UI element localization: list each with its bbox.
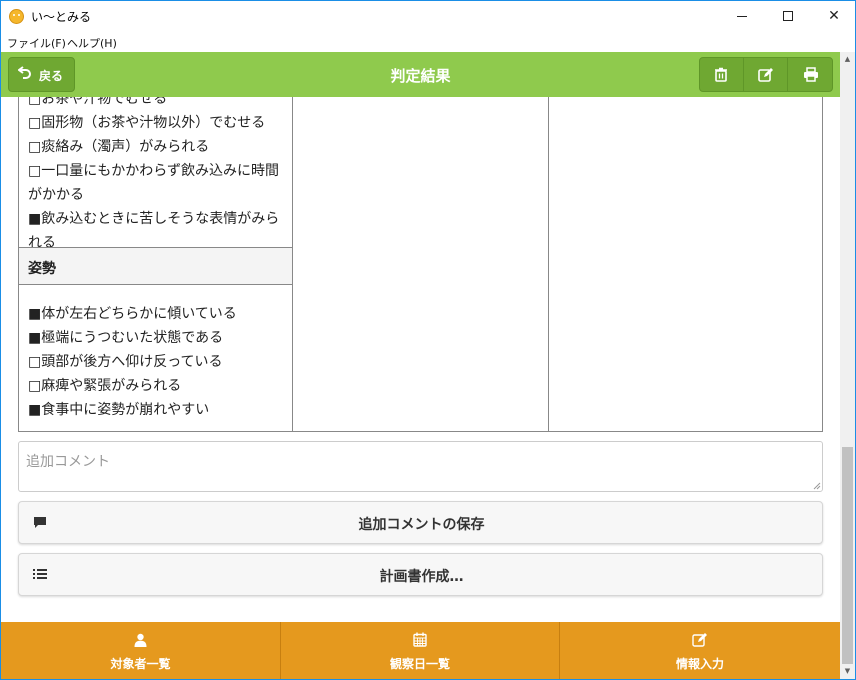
save-comment-button[interactable]: 追加コメントの保存	[18, 501, 823, 544]
nav-label: 情報入力	[675, 657, 724, 671]
delete-button[interactable]	[700, 58, 744, 91]
section-header-posture: 姿勢	[19, 247, 292, 285]
app-logo-icon	[9, 9, 24, 24]
edit-button[interactable]	[744, 58, 788, 91]
trash-icon	[715, 67, 727, 82]
menu-help[interactable]: ヘルプ(H)	[67, 35, 117, 51]
nav-info-input[interactable]: 情報入力	[560, 622, 840, 679]
swallowing-check-list: □お茶や汁物でむせる □固形物（お茶や汁物以外）でむせる □痰絡み（濁声）がみら…	[28, 97, 288, 255]
print-button[interactable]	[789, 58, 832, 91]
scroll-thumb[interactable]	[842, 447, 853, 664]
check-item: ■食事中に姿勢が崩れやすい	[28, 402, 210, 418]
menu-file[interactable]: ファイル(F)	[7, 35, 66, 51]
maximize-button[interactable]	[765, 1, 811, 32]
scroll-up-arrow-icon[interactable]: ▲	[840, 52, 855, 67]
result-table: □お茶や汁物でむせる □固形物（お茶や汁物以外）でむせる □痰絡み（濁声）がみら…	[18, 97, 823, 432]
check-item: □一口量にもかかわらず飲み込みに時間がかかる	[28, 163, 279, 203]
nav-subject-list[interactable]: 対象者一覧	[1, 622, 281, 679]
save-comment-label: 追加コメントの保存	[358, 517, 485, 533]
nav-observation-list[interactable]: 観察日一覧	[281, 622, 560, 679]
check-item: ■体が左右どちらかに傾いている	[28, 306, 237, 322]
edit-icon	[560, 632, 840, 651]
minimize-button[interactable]	[719, 1, 765, 32]
posture-check-list: ■体が左右どちらかに傾いている ■極端にうつむいた状態である □頭部が後方へ仰け…	[28, 302, 288, 422]
nav-label: 対象者一覧	[110, 657, 171, 671]
window-title: い〜とみる	[31, 10, 92, 24]
title-bar: い〜とみる ✕	[1, 1, 855, 32]
maximize-icon	[783, 11, 793, 21]
printer-icon	[804, 67, 818, 82]
scroll-down-arrow-icon[interactable]: ▼	[840, 664, 855, 679]
menu-bar: ファイル(F) ヘルプ(H)	[1, 32, 855, 52]
create-plan-label: 計画書作成…	[379, 569, 464, 585]
check-item: □麻痺や緊張がみられる	[28, 378, 182, 394]
edit-icon	[758, 68, 773, 82]
bottom-navigation: 対象者一覧 観察日一覧 情報入力	[1, 622, 840, 679]
check-item: ■極端にうつむいた状態である	[28, 330, 224, 346]
resize-grip-icon[interactable]	[811, 480, 821, 490]
nav-label: 観察日一覧	[389, 657, 450, 671]
check-item: □固形物（お茶や汁物以外）でむせる	[28, 115, 266, 131]
close-button[interactable]: ✕	[811, 1, 855, 32]
calendar-icon	[281, 632, 559, 651]
create-plan-button[interactable]: 計画書作成…	[18, 553, 823, 596]
person-icon	[1, 632, 280, 651]
main-content: □お茶や汁物でむせる □固形物（お茶や汁物以外）でむせる □痰絡み（濁声）がみら…	[1, 97, 840, 622]
page-header: 戻る 判定結果	[1, 52, 840, 97]
minimize-icon	[737, 15, 747, 17]
check-item: □お茶や汁物でむせる	[28, 97, 168, 107]
additional-comment-input[interactable]	[18, 441, 823, 492]
app-window: い〜とみる ✕ ファイル(F) ヘルプ(H) 戻る 判定結果 □お茶や汁物でむせ…	[0, 0, 856, 680]
check-item: □痰絡み（濁声）がみられる	[28, 139, 210, 155]
toolbar-group	[699, 57, 833, 92]
close-icon: ✕	[828, 8, 840, 24]
check-item: □頭部が後方へ仰け反っている	[28, 354, 223, 370]
vertical-scrollbar[interactable]: ▲ ▼	[840, 52, 855, 679]
